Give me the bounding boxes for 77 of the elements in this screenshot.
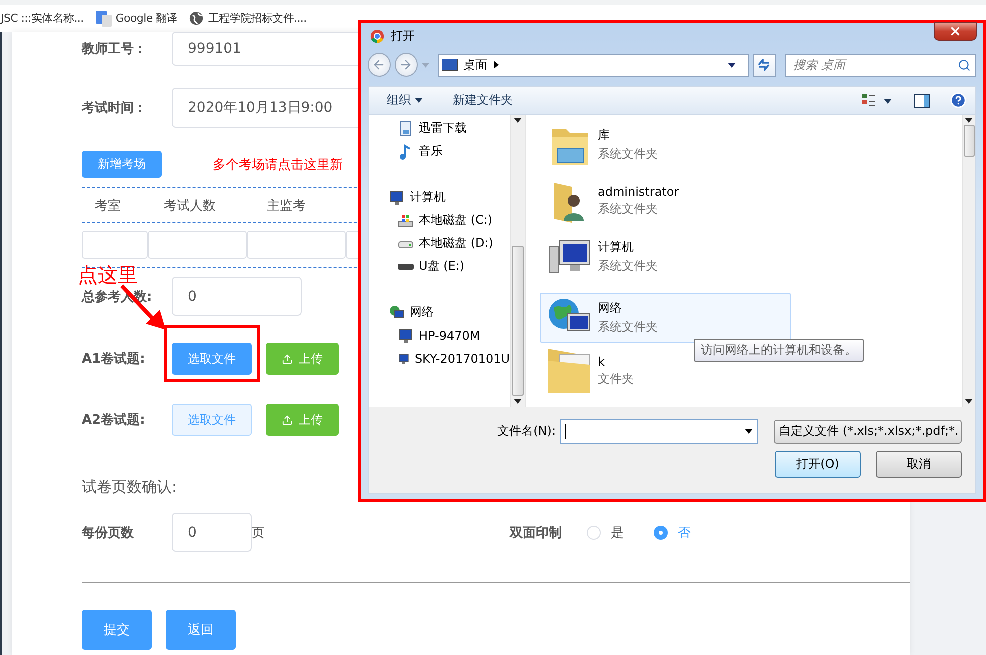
file-item[interactable]: administrator 系统文件夹 [540, 173, 686, 229]
bookmark-link[interactable]: 工程学院招标文件.... [189, 11, 307, 26]
upload-icon [282, 354, 293, 364]
dropdown-caret-icon [745, 429, 753, 434]
computer-icon [398, 328, 414, 344]
left-arrow-icon [372, 58, 386, 72]
dropdown-caret-icon [415, 98, 423, 103]
forward-button[interactable] [394, 53, 418, 77]
file-item[interactable]: k 文件夹 [540, 343, 641, 399]
scroll-up-icon [965, 118, 973, 123]
nav-item[interactable]: 本地磁盘 (D:) [369, 232, 510, 255]
globe-icon [189, 11, 204, 26]
network-icon [389, 304, 405, 320]
back-button[interactable] [368, 53, 391, 77]
nav-item[interactable]: 网络 [369, 301, 510, 324]
column-header: 考室 [94, 198, 122, 215]
field-label: 文件名(N): [498, 423, 556, 440]
radio-option[interactable]: 是 [587, 524, 624, 542]
input-field[interactable]: 0 [172, 277, 302, 316]
computer-icon [389, 190, 405, 206]
field-label: 考试时间： [82, 100, 148, 117]
field-label: A2卷试题: [82, 412, 146, 429]
close-icon [949, 25, 962, 38]
annotation-text: 点这里 [78, 262, 138, 289]
nav-item[interactable]: 计算机 [369, 186, 510, 209]
view-options-icon[interactable] [862, 94, 892, 108]
nav-item[interactable]: 音乐 [369, 140, 510, 163]
dropdown-caret-icon [728, 62, 736, 68]
search-field[interactable]: 搜索 桌面 [784, 54, 976, 76]
scroll-down-icon [965, 399, 973, 404]
input-field[interactable]: 0 [172, 513, 252, 552]
file-item[interactable]: 网络 系统文件夹 [540, 293, 791, 343]
desktop-icon [442, 59, 458, 71]
nav-item[interactable]: HP-9470M [369, 324, 510, 347]
dialog-button[interactable]: 取消 [876, 451, 962, 478]
upload-icon [282, 414, 293, 426]
close-button[interactable] [934, 22, 977, 41]
column-header: 考试人数 [163, 198, 217, 215]
field-label: 每份页数 [82, 524, 135, 542]
breadcrumb-arrow-icon [494, 61, 499, 69]
scroll-up-icon [514, 118, 522, 123]
hard-drive-icon [398, 212, 414, 228]
document-icon [398, 120, 414, 136]
nav-item[interactable]: SKY-20170101U [369, 347, 510, 370]
preview-pane-icon[interactable] [914, 94, 930, 108]
section-title: 试卷页数确认: [82, 478, 178, 497]
refresh-icon [757, 59, 772, 71]
field-label: A1卷试题: [82, 351, 146, 368]
bookmark-link[interactable]: Google 翻译 [96, 10, 178, 26]
browser-logo-icon [370, 29, 385, 44]
file-type-dropdown[interactable]: 自定义文件 (*.xls;*.xlsx;*.pdf;*. [774, 420, 962, 444]
column-header: 主监考 [266, 198, 307, 215]
field-label: 教师工号： [82, 41, 148, 58]
hint-text: 多个考场请点击这里新 [213, 156, 343, 174]
address-bar[interactable]: 桌面 [438, 54, 749, 76]
scrollbar-thumb[interactable] [964, 125, 974, 157]
translate-icon [96, 10, 112, 26]
scrollbar[interactable] [962, 115, 975, 407]
nav-item[interactable]: U盘 (E:) [369, 255, 510, 278]
history-caret-icon [422, 62, 430, 68]
bookmark-link[interactable]: JSC :::实体名称... [1, 11, 84, 26]
usb-drive-icon [398, 264, 414, 270]
scroll-down-icon [514, 399, 522, 404]
unit-text: 页 [252, 524, 265, 542]
search-icon [958, 58, 972, 72]
refresh-button[interactable] [752, 54, 776, 76]
help-icon[interactable] [950, 92, 967, 109]
radio-icon[interactable] [654, 526, 668, 540]
field-label: 双面印制 [510, 524, 562, 542]
tooltip: 访问网络上的计算机和设备。 [694, 339, 864, 362]
dialog-button[interactable]: 打开(O) [775, 451, 861, 478]
scrollbar[interactable] [510, 115, 525, 407]
file-item[interactable]: 库 系统文件夹 [540, 117, 665, 173]
scrollbar-thumb[interactable] [512, 246, 524, 396]
file-item[interactable]: 计算机 系统文件夹 [540, 229, 665, 285]
nav-item[interactable]: 本地磁盘 (C:) [369, 209, 510, 232]
organize-menu[interactable]: 组织 [387, 92, 423, 109]
